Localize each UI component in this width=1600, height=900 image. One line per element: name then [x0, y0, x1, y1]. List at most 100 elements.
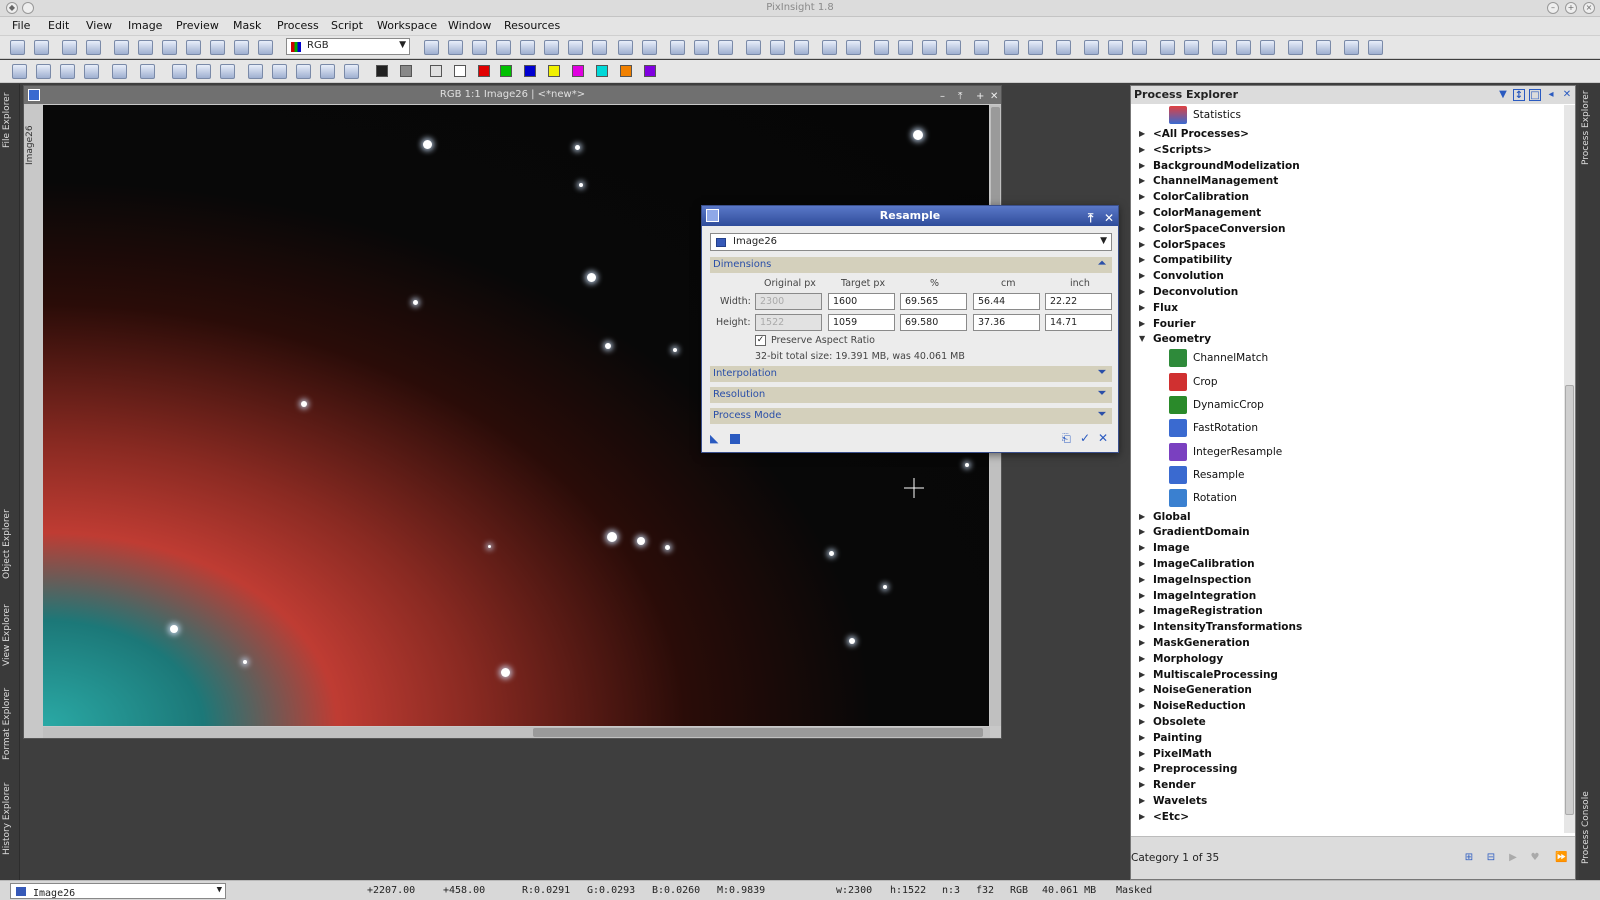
shade-icon[interactable]: – — [940, 88, 945, 106]
section-dimensions[interactable]: Dimensions ⏶ — [710, 257, 1112, 273]
mask-icon[interactable] — [874, 40, 889, 55]
mask-icon-2[interactable] — [898, 40, 913, 55]
scroll-thumb[interactable] — [533, 728, 983, 737]
favorite-icon[interactable]: ♥ — [1529, 852, 1541, 864]
collapse-triangle-icon[interactable]: ▼ — [1139, 334, 1145, 343]
process-category[interactable]: <All Processes> — [1153, 128, 1249, 140]
crop-tool-icon-2[interactable] — [196, 64, 211, 79]
process-category[interactable]: Fourier — [1153, 318, 1196, 330]
rgb-channel-icon[interactable] — [114, 40, 129, 55]
width-inch-field[interactable]: 22.22 — [1045, 293, 1112, 310]
menu-preview[interactable]: Preview — [176, 19, 219, 32]
expand-triangle-icon[interactable]: ▶ — [1139, 543, 1145, 552]
minimize-icon[interactable]: – — [1547, 2, 1559, 14]
width-cm-field[interactable]: 56.44 — [973, 293, 1040, 310]
new-instance-icon[interactable]: ◣ — [710, 432, 718, 445]
expand-triangle-icon[interactable]: ▶ — [1139, 319, 1145, 328]
sort-icon[interactable]: ↕ — [1513, 89, 1525, 101]
zoom-fit-icon[interactable] — [448, 40, 463, 55]
resample-title-bar[interactable]: Resample ⤒ ✕ — [702, 206, 1118, 226]
image-window-icon[interactable] — [28, 89, 40, 101]
expand-triangle-icon[interactable]: ▶ — [1139, 685, 1145, 694]
readout-icon-2[interactable] — [1184, 40, 1199, 55]
pan-icon[interactable] — [496, 40, 511, 55]
process-category[interactable]: MaskGeneration — [1153, 637, 1250, 649]
explorer-icon-2[interactable] — [1236, 40, 1251, 55]
color-swatch-icon[interactable] — [524, 65, 536, 77]
execute-icon[interactable]: ▶ — [1507, 852, 1519, 864]
undo-icon[interactable] — [10, 40, 25, 55]
channel-icon-3[interactable] — [186, 40, 201, 55]
process-item[interactable]: Resample — [1193, 469, 1244, 481]
menu-process[interactable]: Process — [277, 19, 319, 32]
new-preview-icon[interactable] — [544, 40, 559, 55]
expand-triangle-icon[interactable]: ▶ — [1139, 638, 1145, 647]
float-icon[interactable]: □ — [1529, 89, 1541, 101]
workspace-icon-3[interactable] — [1344, 40, 1359, 55]
height-percent-field[interactable]: 69.580 — [900, 314, 967, 331]
maximize-icon[interactable]: + — [976, 88, 984, 106]
collapse-all-icon[interactable]: ⊟ — [1485, 852, 1497, 864]
section-interpolation[interactable]: Interpolation ⏷ — [710, 366, 1112, 382]
color-swatch-icon[interactable] — [430, 65, 442, 77]
expand-triangle-icon[interactable]: ▶ — [1139, 287, 1145, 296]
process-category[interactable]: ColorManagement — [1153, 207, 1261, 219]
process-icon[interactable] — [1004, 40, 1019, 55]
geometry-tool-icon[interactable] — [12, 64, 27, 79]
menu-mask[interactable]: Mask — [233, 19, 261, 32]
window-icon-2[interactable] — [846, 40, 861, 55]
preserve-aspect-checkbox[interactable]: ✓ — [755, 335, 766, 346]
color-swatch-icon[interactable] — [400, 65, 412, 77]
expand-triangle-icon[interactable]: ▶ — [1139, 606, 1145, 615]
pointer-icon[interactable] — [592, 40, 607, 55]
process-category[interactable]: MultiscaleProcessing — [1153, 669, 1278, 681]
process-category[interactable]: NoiseGeneration — [1153, 684, 1252, 696]
geometry-tool-icon-5[interactable] — [112, 64, 127, 79]
process-category[interactable]: <Etc> — [1153, 811, 1189, 823]
channel-select[interactable]: RGB ▼ — [286, 38, 410, 55]
process-item[interactable]: IntegerResample — [1193, 446, 1282, 458]
expand-triangle-icon[interactable]: ▶ — [1139, 812, 1145, 821]
menu-view[interactable]: View — [86, 19, 112, 32]
tab-history-explorer[interactable]: History Explorer — [2, 774, 18, 864]
zoom-fit-window-icon[interactable] — [694, 40, 709, 55]
height-cm-field[interactable]: 37.36 — [973, 314, 1040, 331]
next-icon[interactable]: ⏩ — [1555, 852, 1567, 864]
rotate-icon-2[interactable] — [272, 64, 287, 79]
maximize-icon[interactable]: + — [1565, 2, 1577, 14]
channel-icon-4[interactable] — [210, 40, 225, 55]
color-swatch-icon[interactable] — [500, 65, 512, 77]
expand-triangle-icon[interactable]: ▶ — [1139, 717, 1145, 726]
expand-triangle-icon[interactable]: ▶ — [1139, 796, 1145, 805]
rotate-icon[interactable] — [248, 64, 263, 79]
process-icon-2[interactable] — [1028, 40, 1043, 55]
close-icon[interactable]: ✕ — [990, 88, 998, 106]
process-category[interactable]: Painting — [1153, 732, 1202, 744]
rotate-icon-3[interactable] — [296, 64, 311, 79]
expand-triangle-icon[interactable]: ▶ — [1139, 208, 1145, 217]
mirror-vertical-icon[interactable] — [344, 64, 359, 79]
expand-triangle-icon[interactable]: ▶ — [1139, 271, 1145, 280]
expand-triangle-icon[interactable]: ▶ — [1139, 129, 1145, 138]
process-category[interactable]: ImageInspection — [1153, 574, 1251, 586]
tab-image26[interactable]: Image26 — [25, 125, 41, 165]
process-icon-5[interactable] — [1108, 40, 1123, 55]
crop-tool-icon-3[interactable] — [220, 64, 235, 79]
geometry-tool-icon-2[interactable] — [36, 64, 51, 79]
expand-all-icon[interactable]: ⊞ — [1463, 852, 1475, 864]
menu-image[interactable]: Image — [128, 19, 162, 32]
process-category[interactable]: Wavelets — [1153, 795, 1207, 807]
color-swatch-icon[interactable] — [478, 65, 490, 77]
explorer-icon[interactable] — [1212, 40, 1227, 55]
expand-triangle-icon[interactable]: ▶ — [1139, 303, 1145, 312]
process-category[interactable]: ImageRegistration — [1153, 605, 1263, 617]
process-category[interactable]: PixelMath — [1153, 748, 1212, 760]
process-icon-4[interactable] — [1084, 40, 1099, 55]
workspace-icon-4[interactable] — [1368, 40, 1383, 55]
process-category[interactable]: Geometry — [1153, 333, 1211, 345]
geometry-tool-icon-6[interactable] — [140, 64, 155, 79]
process-category[interactable]: Render — [1153, 779, 1196, 791]
color-swatch-icon[interactable] — [548, 65, 560, 77]
show-mask-icon[interactable] — [974, 40, 989, 55]
expand-triangle-icon[interactable]: ▶ — [1139, 622, 1145, 631]
